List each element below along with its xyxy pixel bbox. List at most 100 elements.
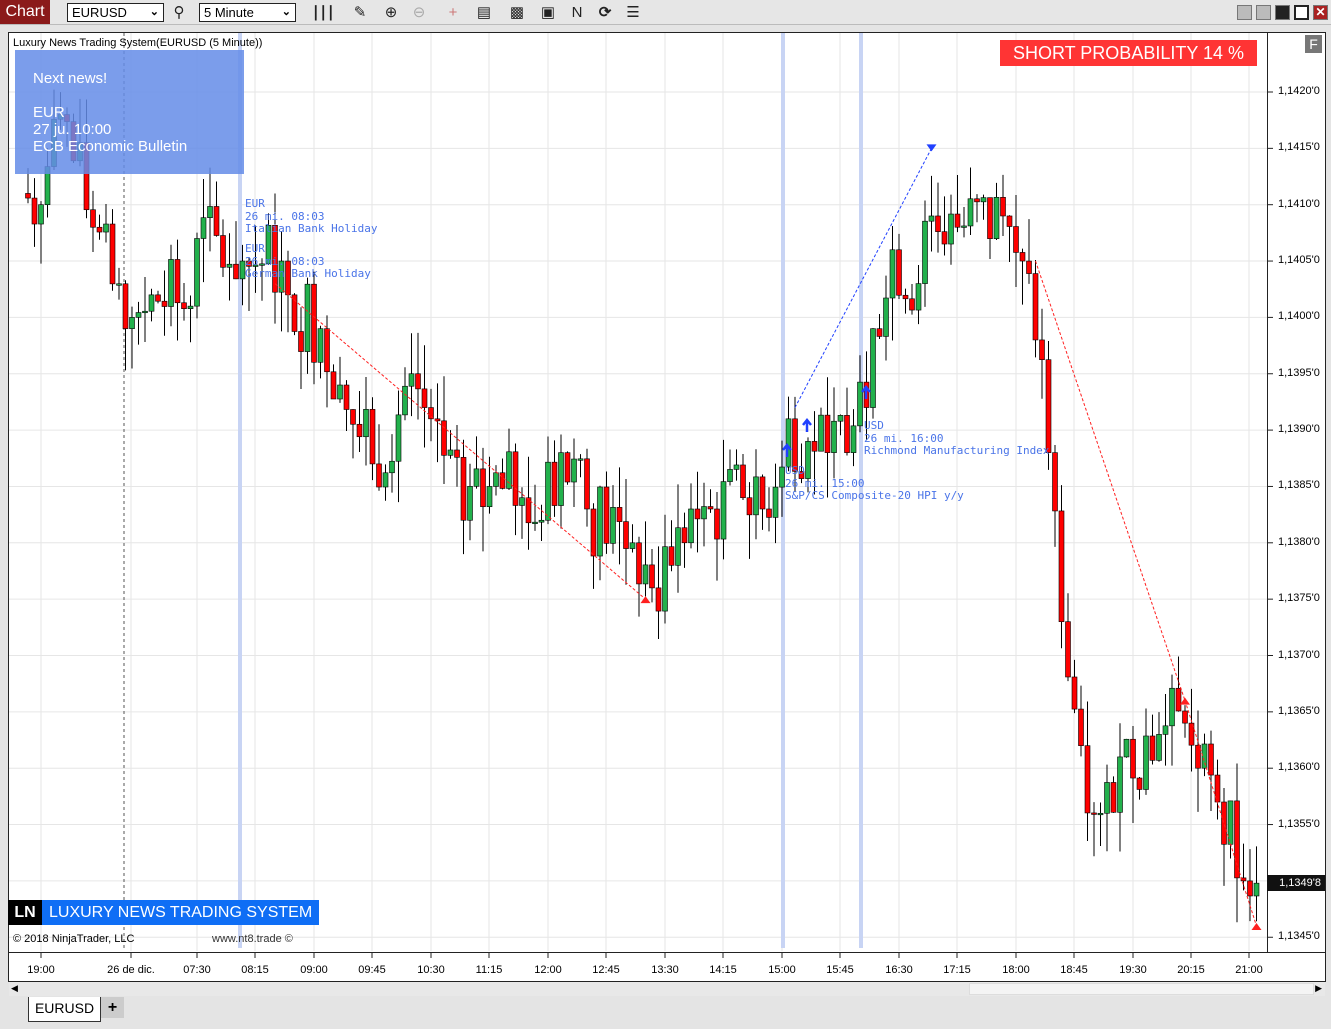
candle-body (1201, 743, 1208, 769)
candle-body (746, 497, 753, 516)
candle-body (707, 506, 714, 510)
price-label: 1,1410'0 (1278, 197, 1320, 210)
candle-body (421, 388, 428, 408)
candle-body (922, 220, 928, 284)
candle-body (142, 310, 148, 314)
candle-body (714, 508, 720, 540)
price-label: 1,1370'0 (1278, 648, 1320, 661)
copyright: © 2018 NinjaTrader, LLC (13, 933, 135, 945)
candle-body (1162, 725, 1169, 735)
f-button[interactable]: F (1305, 35, 1322, 53)
signal-line (274, 283, 646, 600)
next-news-time: 27 ju. 10:00 (33, 121, 112, 138)
candle-body (967, 198, 974, 227)
candle-body (1091, 812, 1097, 815)
time-label: 18:45 (1060, 964, 1088, 976)
price-label: 1,1415'0 (1278, 141, 1320, 154)
candle-body (441, 420, 447, 456)
time-label: 14:15 (709, 964, 737, 976)
scroll-right-icon[interactable]: ▶ (1315, 983, 1322, 994)
news-annotation: USD 26 mi. 15:00 S&P/CS Composite-20 HPI y… (785, 464, 964, 502)
candle-body (720, 481, 727, 540)
tab-eurusd[interactable]: EURUSD (28, 997, 101, 1022)
candle-body (889, 249, 896, 299)
candle-body (844, 415, 850, 453)
candle-body (974, 198, 980, 203)
candle-body (1136, 777, 1143, 790)
price-label: 1,1365'0 (1278, 704, 1320, 717)
candle-body (207, 206, 213, 218)
scrollbar-thumb[interactable] (969, 983, 1314, 995)
candle-body (850, 425, 857, 453)
candle-body (759, 476, 766, 510)
candle-body (447, 449, 454, 456)
candle-body (779, 466, 785, 488)
time-label: 19:30 (1119, 964, 1147, 976)
candle-body (597, 486, 603, 557)
candle-body (1149, 735, 1156, 761)
candle-body (1104, 782, 1110, 814)
time-label: 09:00 (300, 964, 328, 976)
candle-body (571, 458, 577, 483)
short-probability-badge: SHORT PROBABILITY 14 % (1000, 40, 1257, 66)
candle-body (109, 223, 116, 285)
candle-body (317, 328, 324, 363)
candle-body (395, 414, 402, 462)
candle-body (837, 415, 844, 422)
candle-body (25, 193, 31, 199)
price-label: 1,1420'0 (1278, 85, 1320, 97)
candle-body (1117, 756, 1123, 813)
candle-body (1130, 738, 1136, 779)
candle-body (961, 225, 967, 228)
candle-body (233, 263, 239, 280)
candle-body (584, 458, 590, 510)
candle-body (1058, 510, 1065, 622)
candle-body (168, 259, 174, 307)
time-label: 16:30 (885, 964, 913, 976)
candle-body (1169, 687, 1175, 727)
candle-body (532, 521, 538, 524)
candle-body (831, 420, 837, 453)
time-label: 18:00 (1002, 964, 1030, 976)
candle-body (213, 206, 220, 236)
candle-body (1000, 197, 1006, 217)
candle-body (330, 371, 337, 400)
candle-body (928, 215, 935, 222)
candle-body (499, 472, 506, 489)
candle-body (987, 197, 993, 239)
price-axis[interactable] (1267, 32, 1268, 952)
candle-body (1253, 882, 1260, 897)
price-label: 1,1355'0 (1278, 817, 1320, 830)
candle-body (148, 294, 155, 312)
time-label: 20:15 (1177, 964, 1205, 976)
candle-body (363, 409, 369, 438)
candle-body (870, 328, 876, 408)
brand-banner: LN LUXURY NEWS TRADING SYSTEM (8, 900, 320, 925)
add-tab-button[interactable]: + (101, 997, 124, 1018)
candle-body (727, 469, 733, 482)
candle-body (1234, 800, 1240, 879)
candle-body (610, 507, 616, 544)
price-label: 1,1380'0 (1278, 535, 1320, 548)
next-news-event: ECB Economic Bulletin (33, 138, 188, 155)
candle-body (31, 197, 38, 225)
candle-body (460, 457, 467, 521)
candle-body (636, 542, 642, 585)
candle-body (181, 302, 187, 309)
candle-body (96, 226, 103, 233)
candle-body (1182, 710, 1188, 724)
candle-body (1006, 215, 1013, 227)
time-label: 13:30 (651, 964, 679, 976)
candle-body (480, 468, 486, 508)
next-news-currency: EUR (33, 104, 65, 121)
candle-body (38, 204, 44, 225)
candle-body (662, 546, 668, 612)
scroll-left-icon[interactable]: ◀ (11, 983, 18, 994)
time-axis[interactable] (8, 952, 1326, 953)
price-label: 1,1390'0 (1278, 423, 1320, 436)
candle-body (733, 464, 740, 470)
time-label: 11:15 (475, 964, 503, 976)
horizontal-scrollbar[interactable]: ◀ ▶ (9, 982, 1325, 996)
candle-body (389, 460, 395, 474)
candle-body (902, 294, 909, 300)
